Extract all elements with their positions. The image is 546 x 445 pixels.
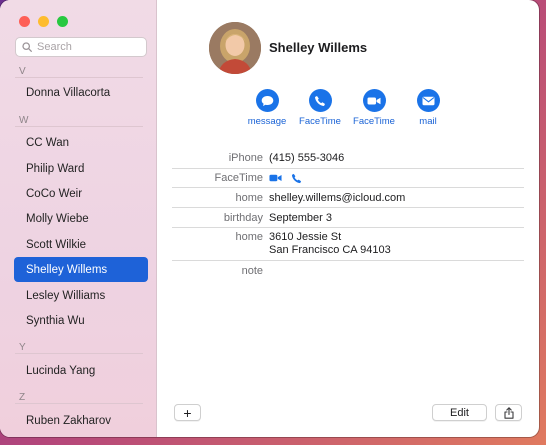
facetime-video-action[interactable]: FaceTime xyxy=(344,89,404,127)
mail-label: mail xyxy=(419,116,437,127)
window-controls xyxy=(19,16,68,27)
phone-value[interactable]: (415) 555-3046 xyxy=(269,152,344,164)
address-line1[interactable]: 3610 Jessie St xyxy=(269,231,341,243)
section-letter-z: Z xyxy=(19,392,26,403)
contact-item[interactable]: Scott Wilkie xyxy=(14,232,148,257)
row-divider xyxy=(172,168,524,169)
share-icon xyxy=(503,406,514,419)
contact-item[interactable]: Philip Ward xyxy=(14,156,148,181)
avatar xyxy=(209,22,261,74)
address-label: home xyxy=(235,231,263,243)
contact-item[interactable]: Molly Wiebe xyxy=(14,206,148,231)
section-divider xyxy=(15,126,143,127)
add-contact-button[interactable]: + xyxy=(174,404,201,421)
phone-icon xyxy=(315,95,325,106)
search-field[interactable] xyxy=(15,37,147,57)
contact-name: Shelley Willems xyxy=(269,40,368,55)
close-button[interactable] xyxy=(19,16,30,27)
video-icon[interactable] xyxy=(269,173,282,183)
contact-item[interactable]: Lucinda Yang xyxy=(14,358,148,383)
search-icon xyxy=(22,42,32,52)
section-letter-y: Y xyxy=(19,342,26,353)
birthday-value: September 3 xyxy=(269,212,332,224)
address-line2[interactable]: San Francisco CA 94103 xyxy=(269,244,391,256)
facetime-label: FaceTime xyxy=(214,172,264,184)
section-divider xyxy=(15,353,143,354)
section-letter-w: W xyxy=(19,115,29,126)
row-divider xyxy=(172,207,524,208)
contacts-window: V Donna Villacorta W CC Wan Philip Ward … xyxy=(0,0,539,437)
facetime-audio-button[interactable] xyxy=(308,89,332,112)
facetime-video-label: FaceTime xyxy=(353,116,395,127)
section-divider xyxy=(15,403,143,404)
share-button[interactable] xyxy=(495,404,522,421)
facetime-audio-label: FaceTime xyxy=(299,116,341,127)
contact-item[interactable]: Synthia Wu xyxy=(14,308,148,333)
message-action[interactable]: message xyxy=(237,89,297,127)
contact-item-selected[interactable]: Shelley Willems xyxy=(14,257,148,282)
facetime-icons xyxy=(269,173,302,184)
video-icon xyxy=(367,97,381,104)
message-icon xyxy=(261,95,273,106)
email-label: home xyxy=(235,192,263,204)
contact-item[interactable]: Lesley Williams xyxy=(14,283,148,308)
zoom-button[interactable] xyxy=(57,16,68,27)
sidebar: V Donna Villacorta W CC Wan Philip Ward … xyxy=(0,0,157,437)
section-divider xyxy=(15,77,143,78)
section-letter-v: V xyxy=(19,66,26,77)
contact-card: Shelley Willems message FaceTime FaceTim… xyxy=(157,0,539,437)
row-divider xyxy=(172,187,524,188)
row-divider xyxy=(172,227,524,228)
mail-action[interactable]: mail xyxy=(398,89,458,127)
contact-item[interactable]: Donna Villacorta xyxy=(14,80,148,105)
note-label: note xyxy=(241,265,263,277)
phone-icon[interactable] xyxy=(291,173,302,184)
edit-button[interactable]: Edit xyxy=(432,404,487,421)
facetime-audio-action[interactable]: FaceTime xyxy=(290,89,350,127)
email-value[interactable]: shelley.willems@icloud.com xyxy=(269,192,405,204)
contact-item[interactable]: CoCo Weir xyxy=(14,181,148,206)
message-button[interactable] xyxy=(255,89,279,112)
message-label: message xyxy=(247,116,287,127)
mail-button[interactable] xyxy=(416,89,440,112)
mail-icon xyxy=(422,96,434,105)
contact-item[interactable]: CC Wan xyxy=(14,130,148,155)
row-divider xyxy=(172,260,524,261)
contact-item[interactable]: Ruben Zakharov xyxy=(14,408,148,433)
birthday-label: birthday xyxy=(223,212,263,224)
search-input[interactable] xyxy=(37,41,137,53)
minimize-button[interactable] xyxy=(38,16,49,27)
facetime-video-button[interactable] xyxy=(362,89,386,112)
phone-label: iPhone xyxy=(228,152,263,164)
